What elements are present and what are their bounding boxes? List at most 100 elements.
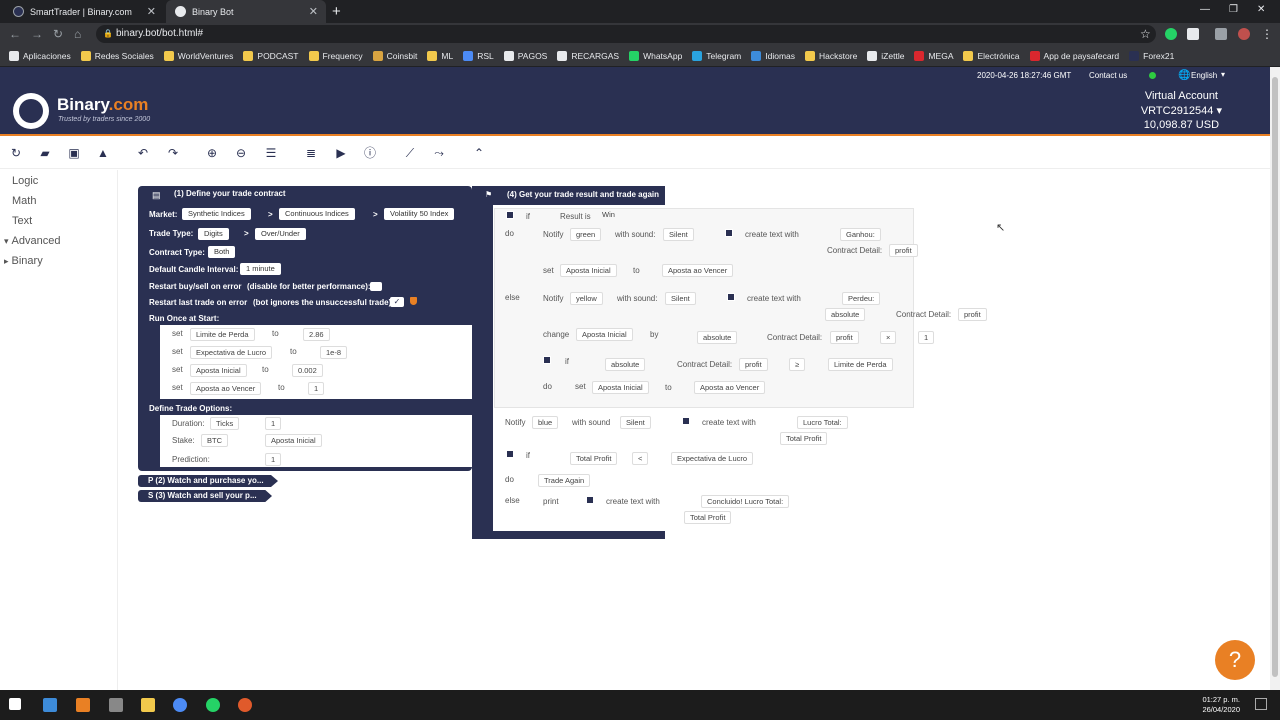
bookmark-item[interactable]: PODCAST [243,50,299,61]
color-dropdown[interactable]: blue [532,416,559,429]
notifications-icon[interactable] [1255,698,1267,710]
variable-dropdown[interactable]: Aposta ao Vencer [694,381,766,394]
undo-icon[interactable]: ↶ [136,146,150,160]
math-dropdown[interactable]: absolute [605,358,646,371]
variable-dropdown[interactable]: Aposta Inicial [592,381,649,394]
toolbox-category-advanced[interactable]: ▾ Advanced [4,235,60,247]
text-string[interactable]: Concluido! Lucro Total: [701,495,790,508]
bookmark-item[interactable]: Frequency [308,50,363,61]
number-input[interactable]: 1e-8 [320,346,348,359]
bookmark-item[interactable]: iZettle [867,50,904,61]
collapse-icon[interactable]: ⌃ [472,146,486,160]
account-menu[interactable]: Virtual Account VRTC2912544 ▾ 10,098.87 … [1141,89,1222,133]
zoom-in-icon[interactable]: ⊕ [205,146,219,160]
color-dropdown[interactable]: green [570,228,602,241]
total-profit-block[interactable]: Total Profit [570,452,618,465]
market-dropdown[interactable]: Synthetic Indices [182,208,251,220]
scrollbar-thumb[interactable] [1272,77,1278,677]
gear-icon[interactable] [543,356,551,364]
extension-icon[interactable] [1187,28,1199,40]
taskview-icon[interactable] [43,698,57,712]
profile-avatar[interactable] [1238,28,1250,40]
number-input[interactable]: 1 [308,382,325,395]
toolbox-category-logic[interactable]: Logic [12,175,38,187]
windows-start-icon[interactable] [9,698,21,710]
toolbox-category-text[interactable]: Text [12,215,32,227]
chrome-icon[interactable] [173,698,187,712]
sort-icon[interactable]: ☰ [264,146,278,160]
detail-dropdown[interactable]: profit [889,244,918,257]
text-string[interactable]: Ganhou: [840,228,881,241]
total-profit-block[interactable]: Total Profit [684,511,732,524]
variable-dropdown[interactable]: Aposta ao Vencer [662,264,734,277]
operator-dropdown[interactable]: < [632,452,649,465]
brand-name[interactable]: Binary.com [57,95,148,115]
back-icon[interactable]: ← [9,27,21,41]
redo-icon[interactable]: ↷ [166,146,180,160]
close-window-icon[interactable]: ✕ [1257,4,1265,15]
folder-icon[interactable]: ▰ [38,146,52,160]
bookmark-item[interactable]: Aplicaciones [9,50,71,61]
gear-icon[interactable] [586,496,594,504]
gear-icon[interactable] [682,417,690,425]
bookmark-item[interactable]: WorldVentures [163,50,233,61]
app-icon[interactable] [76,698,90,712]
currency-dropdown[interactable]: BTC [201,434,228,447]
home-icon[interactable]: ⌂ [74,27,81,41]
result-dropdown[interactable]: Win [597,209,620,222]
gear-icon[interactable] [725,229,733,237]
file-explorer-icon[interactable] [141,698,155,712]
bookmark-item[interactable]: App de paysafecard [1029,50,1119,61]
gear-icon[interactable] [506,450,514,458]
toolbox-category-binary[interactable]: ▸ Binary [4,255,43,267]
bookmark-item[interactable]: Idiomas [751,50,795,61]
bookmark-item[interactable]: ML [427,50,453,61]
math-dropdown[interactable]: absolute [697,331,738,344]
variable-dropdown[interactable]: Expectativa de Lucro [671,452,754,465]
number-input[interactable]: 1 [918,331,935,344]
operator-dropdown[interactable]: ≥ [789,358,806,371]
text-string[interactable]: Perdeu: [842,292,881,305]
chart-icon[interactable]: ⟋ [403,146,417,160]
system-clock[interactable]: 01:27 p. m. 26/04/2020 [1202,695,1240,715]
reload-icon[interactable]: ↻ [53,27,63,41]
variable-dropdown[interactable]: Aposta Inicial [560,264,617,277]
tab-binary-bot[interactable]: Binary Bot ✕ [166,0,326,23]
candle-interval-dropdown[interactable]: 1 minute [240,263,281,275]
contract-type-dropdown[interactable]: Both [208,246,236,258]
star-icon[interactable]: ☆ [1140,27,1151,41]
variable-dropdown[interactable]: Limite de Perda [828,358,893,371]
bookmark-item[interactable]: WhatsApp [629,50,682,61]
run-icon[interactable]: ▶ [334,146,348,160]
bookmark-item[interactable]: Hackstore [805,50,857,61]
minimize-icon[interactable]: — [1200,4,1210,15]
submarket-dropdown[interactable]: Continuous Indices [279,208,355,220]
sound-dropdown[interactable]: Silent [620,416,651,429]
page-scrollbar[interactable] [1270,67,1280,690]
list-icon[interactable]: ≣ [304,146,318,160]
chevron-down-icon[interactable]: ▾ [1221,70,1225,79]
detail-dropdown[interactable]: profit [739,358,768,371]
app-icon[interactable] [109,698,123,712]
bookmark-item[interactable]: RECARGAS [557,50,619,61]
bookmark-item[interactable]: RSL [463,50,494,61]
operator-dropdown[interactable]: × [880,331,897,344]
gear-icon[interactable] [727,293,735,301]
color-dropdown[interactable]: yellow [570,292,603,305]
info-icon[interactable]: ⓘ [363,146,377,160]
reset-icon[interactable]: ↻ [9,146,23,160]
bookmark-item[interactable]: Forex21 [1129,50,1174,61]
symbol-dropdown[interactable]: Volatility 50 Index [384,208,455,220]
app-icon[interactable] [238,698,252,712]
sell-block[interactable]: S (3) Watch and sell your p... [138,490,272,502]
sound-dropdown[interactable]: Silent [665,292,696,305]
trade-type-dropdown[interactable]: Over/Under [255,228,306,240]
forward-icon[interactable]: → [31,27,43,41]
text-string[interactable]: Lucro Total: [797,416,848,429]
variable-dropdown[interactable]: Aposta Inicial [576,328,633,341]
bookmark-item[interactable]: Telegram [692,50,741,61]
bookmark-item[interactable]: PAGOS [503,50,547,61]
purchase-block[interactable]: P (2) Watch and purchase yo... [138,475,278,487]
restart-trade-checkbox[interactable]: ✓ [390,297,404,307]
total-profit-block[interactable]: Total Profit [780,432,828,445]
